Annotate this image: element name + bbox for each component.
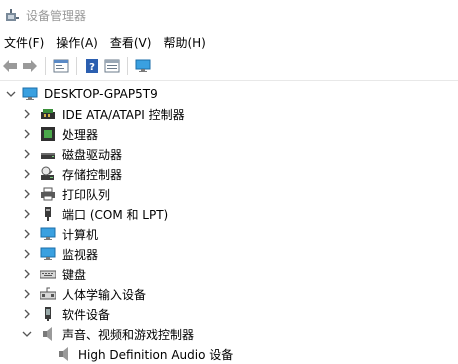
tree-item-label: 软件设备 bbox=[62, 307, 111, 322]
menu-file[interactable]: 文件(F) bbox=[0, 34, 50, 51]
chevron-right-icon[interactable] bbox=[22, 109, 32, 119]
tree-item[interactable]: 软件设备 bbox=[0, 304, 458, 324]
chevron-right-icon[interactable] bbox=[22, 129, 32, 139]
title-bar: 设备管理器 bbox=[0, 0, 458, 30]
chevron-right-icon[interactable] bbox=[22, 289, 32, 299]
tree-item-label: 计算机 bbox=[62, 227, 99, 242]
menu-help[interactable]: 帮助(H) bbox=[157, 34, 211, 51]
monitor-icon[interactable] bbox=[133, 56, 153, 76]
tree-item[interactable]: 磁盘驱动器 bbox=[0, 144, 458, 164]
tree-item-label: 监视器 bbox=[62, 247, 99, 262]
tree-item-label: 打印队列 bbox=[62, 187, 111, 202]
processor-icon bbox=[40, 126, 56, 142]
chevron-right-icon[interactable] bbox=[22, 229, 32, 239]
tree-item[interactable]: 监视器 bbox=[0, 244, 458, 264]
toolbar: ? bbox=[0, 54, 458, 78]
monitor-icon bbox=[40, 246, 56, 262]
tree-item[interactable]: 声音、视频和游戏控制器 bbox=[0, 324, 458, 344]
menu-action[interactable]: 操作(A) bbox=[50, 34, 104, 51]
chevron-right-icon[interactable] bbox=[22, 149, 32, 159]
tree-item[interactable]: 计算机 bbox=[0, 224, 458, 244]
chevron-down-icon[interactable] bbox=[6, 89, 16, 99]
tree-root-label: DESKTOP-GPAP5T9 bbox=[44, 87, 158, 101]
forward-arrow-icon[interactable] bbox=[20, 56, 40, 76]
toolbar-separator bbox=[127, 57, 128, 75]
chevron-right-icon[interactable] bbox=[22, 269, 32, 279]
chevron-right-icon[interactable] bbox=[22, 189, 32, 199]
chevron-right-icon[interactable] bbox=[22, 249, 32, 259]
tree-item-label: IDE ATA/ATAPI 控制器 bbox=[62, 107, 185, 122]
properties-icon[interactable] bbox=[51, 56, 71, 76]
disk-drive-icon bbox=[40, 146, 56, 162]
svg-text:?: ? bbox=[89, 62, 95, 73]
chevron-right-icon[interactable] bbox=[22, 309, 32, 319]
keyboard-icon bbox=[40, 266, 56, 282]
tree-item-label: 键盘 bbox=[62, 267, 87, 282]
tree-item[interactable]: 键盘 bbox=[0, 264, 458, 284]
computer-icon bbox=[40, 226, 56, 242]
chevron-down-icon[interactable] bbox=[22, 329, 32, 339]
chevron-right-icon[interactable] bbox=[22, 169, 32, 179]
back-arrow-icon[interactable] bbox=[0, 56, 20, 76]
toolbar-separator bbox=[45, 57, 46, 75]
port-icon bbox=[40, 206, 56, 222]
tree-item-label: 端口 (COM 和 LPT) bbox=[62, 207, 169, 222]
tree-root[interactable]: DESKTOP-GPAP5T9 bbox=[0, 84, 458, 104]
tree-item-label: 人体学输入设备 bbox=[62, 287, 147, 302]
tree-item-label: 存储控制器 bbox=[62, 167, 123, 182]
speaker-icon bbox=[40, 326, 56, 342]
software-device-icon bbox=[40, 306, 56, 322]
ide-controller-icon bbox=[40, 106, 56, 122]
toolbar-separator bbox=[76, 57, 77, 75]
details-icon[interactable] bbox=[102, 56, 122, 76]
tree-child-label: High Definition Audio 设备 bbox=[78, 347, 234, 362]
printer-icon bbox=[40, 186, 56, 202]
tree-item[interactable]: 端口 (COM 和 LPT) bbox=[0, 204, 458, 224]
tree-item[interactable]: IDE ATA/ATAPI 控制器 bbox=[0, 104, 458, 124]
tree-item[interactable]: 打印队列 bbox=[0, 184, 458, 204]
tree-item[interactable]: 人体学输入设备 bbox=[0, 284, 458, 304]
help-icon[interactable]: ? bbox=[82, 56, 102, 76]
tree-item[interactable]: 存储控制器 bbox=[0, 164, 458, 184]
computer-icon bbox=[22, 86, 38, 102]
tree-item[interactable]: 处理器 bbox=[0, 124, 458, 144]
tree-child-item[interactable]: High Definition Audio 设备 bbox=[0, 344, 458, 364]
chevron-right-icon[interactable] bbox=[22, 209, 32, 219]
tree-item-label: 声音、视频和游戏控制器 bbox=[62, 327, 195, 342]
storage-controller-icon bbox=[40, 166, 56, 182]
hid-icon bbox=[40, 286, 56, 302]
speaker-icon bbox=[56, 346, 72, 362]
tree-item-label: 磁盘驱动器 bbox=[62, 147, 123, 162]
menu-bar: 文件(F) 操作(A) 查看(V) 帮助(H) bbox=[0, 32, 458, 52]
menu-view[interactable]: 查看(V) bbox=[104, 34, 158, 51]
window-title: 设备管理器 bbox=[26, 8, 87, 23]
device-manager-icon bbox=[4, 7, 20, 23]
tree-item-label: 处理器 bbox=[62, 127, 99, 142]
